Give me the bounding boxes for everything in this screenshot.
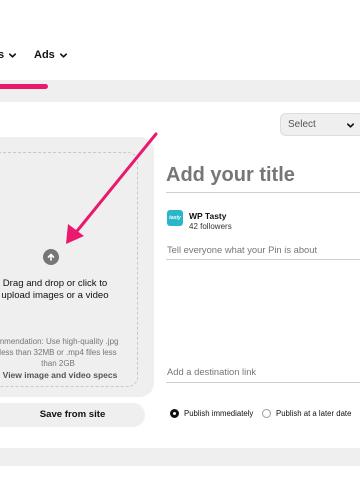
footer-band (0, 448, 360, 466)
board-select[interactable]: Select (280, 113, 360, 136)
dropzone-line-2: upload images or a video (1, 290, 109, 301)
upload-dropzone[interactable]: Drag and drop or click to upload images … (0, 137, 154, 397)
title-input[interactable]: Add your title (166, 164, 360, 187)
specs-link[interactable]: View image and video specs (0, 370, 123, 380)
chevron-down-icon (9, 52, 17, 58)
chevron-down-icon (346, 123, 355, 128)
nav-item-ads[interactable]: Ads (34, 49, 68, 61)
publish-immediately-label: Publish immediately (184, 409, 254, 418)
nav-active-underline (0, 84, 48, 89)
dropzone-instructions: Drag and drop or click to upload images … (0, 278, 120, 302)
nav-item-partial[interactable]: s (0, 49, 17, 61)
recommendation-line-3: than 2GB (41, 359, 75, 368)
avatar-logo-text: tasty (169, 215, 181, 221)
title-underline (166, 192, 360, 193)
chevron-down-icon (59, 52, 67, 58)
avatar: tasty (167, 210, 183, 226)
publish-later-label: Publish at a later date (276, 409, 352, 418)
nav-item-label: s (0, 49, 5, 61)
publish-immediately-option[interactable]: Publish immediately (170, 409, 253, 418)
header-divider-band (0, 80, 360, 102)
destination-underline (166, 382, 360, 383)
radio-selected-icon[interactable] (170, 409, 179, 418)
radio-unselected-icon[interactable] (262, 409, 271, 418)
nav-item-label: Ads (34, 49, 55, 61)
description-underline (166, 259, 360, 260)
account-name: WP Tasty (189, 211, 227, 221)
upload-recommendation: mmendation: Use high-quality .jpg less t… (0, 336, 124, 369)
save-from-site-button[interactable]: Save from site (0, 403, 145, 427)
account-followers: 42 followers (189, 222, 232, 231)
dropzone-line-1: Drag and drop or click to (2, 278, 108, 289)
recommendation-line-2: less than 32MB or .mp4 files less (0, 348, 117, 357)
destination-link-input[interactable]: Add a destination link (167, 366, 360, 377)
description-input[interactable]: Tell everyone what your Pin is about (167, 244, 360, 255)
recommendation-line-1: mmendation: Use high-quality .jpg (0, 337, 119, 346)
board-select-value: Select (288, 119, 316, 130)
upload-arrow-icon[interactable] (43, 249, 59, 265)
publish-later-option[interactable]: Publish at a later date (262, 409, 351, 418)
top-navigation: s Ads (0, 0, 360, 80)
